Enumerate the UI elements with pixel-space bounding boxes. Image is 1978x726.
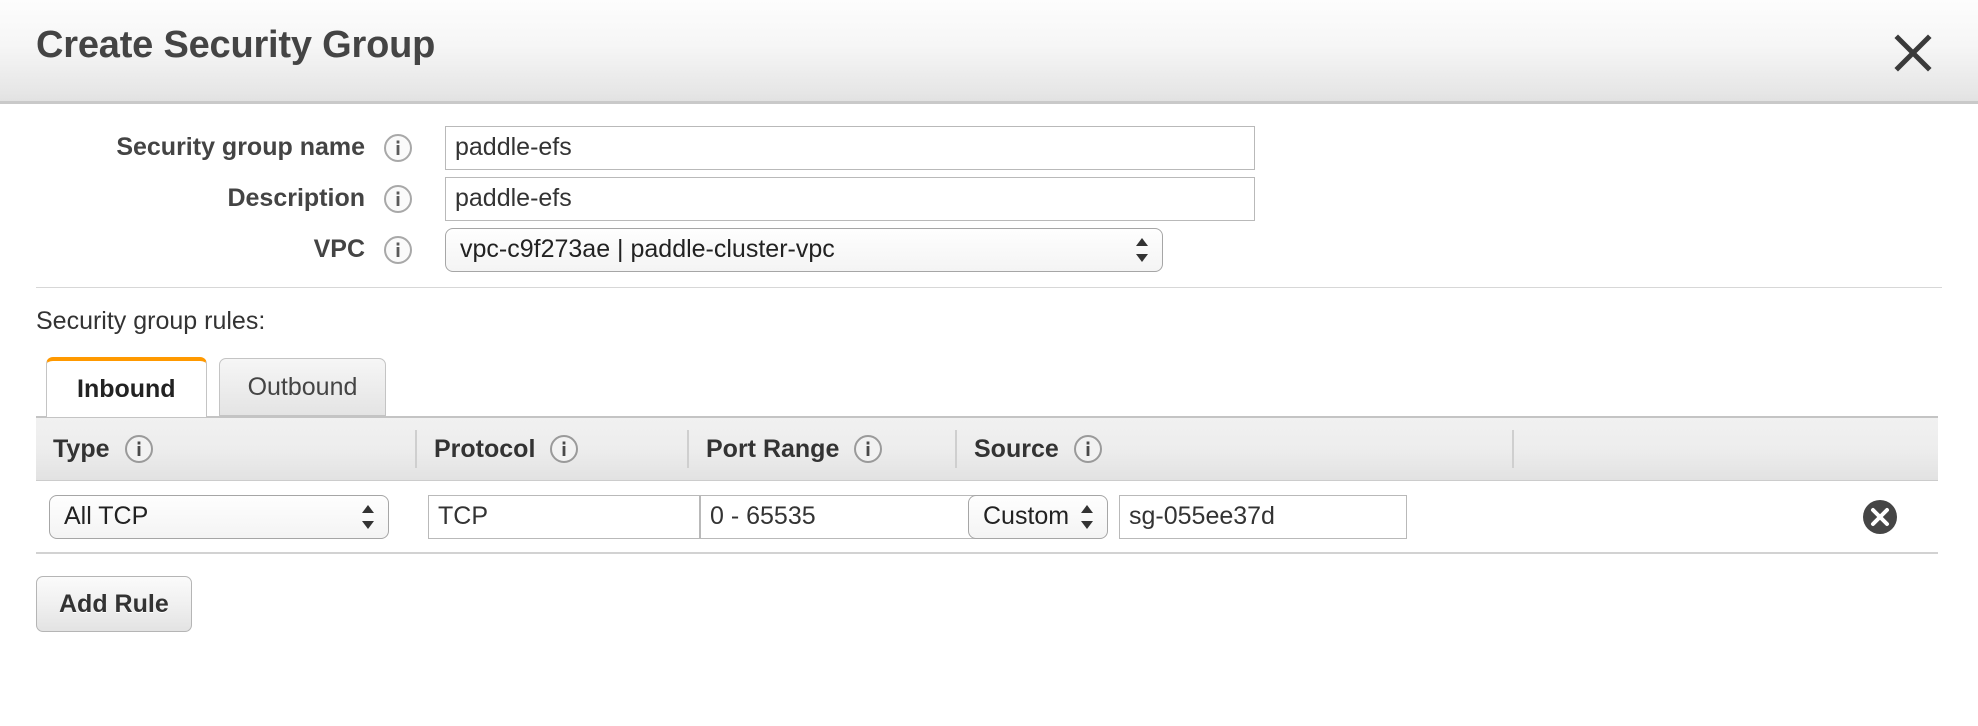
- tab-outbound-label: Outbound: [247, 372, 358, 401]
- info-icon[interactable]: [383, 133, 413, 163]
- rule-type-value: All TCP: [64, 502, 149, 530]
- vpc-label: VPC: [313, 235, 365, 263]
- close-icon[interactable]: [1892, 32, 1934, 74]
- rule-source-kind-value: Custom: [983, 502, 1070, 530]
- column-header-source-label: Source: [974, 434, 1059, 463]
- info-icon[interactable]: [383, 235, 413, 265]
- info-icon[interactable]: [1073, 434, 1103, 464]
- cell-type: All TCP: [36, 494, 415, 539]
- rule-type-select[interactable]: All TCP: [49, 494, 389, 539]
- cell-port-range: [687, 494, 980, 539]
- info-icon[interactable]: [853, 434, 883, 464]
- info-icon[interactable]: [124, 434, 154, 464]
- dialog-header: Create Security Group: [0, 0, 1978, 104]
- chevron-updown-icon: [361, 504, 375, 530]
- column-header-port-range-label: Port Range: [706, 434, 840, 463]
- rules-table: Type Protocol Port Range Source All TCP …: [36, 416, 1938, 554]
- cell-source: Custom: [955, 494, 1512, 539]
- create-security-group-dialog: Create Security Group Security group nam…: [0, 0, 1978, 726]
- dialog-body: Security group name Description: [0, 104, 1978, 632]
- column-header-protocol-label: Protocol: [434, 434, 536, 463]
- form-area: Security group name Description: [0, 104, 1978, 275]
- column-header-type: Type: [36, 430, 415, 468]
- rule-port-range-input[interactable]: [700, 494, 980, 539]
- form-row-security-group-name: Security group name: [0, 122, 1978, 173]
- rule-source-kind-select[interactable]: Custom: [968, 494, 1108, 539]
- column-header-protocol: Protocol: [415, 430, 687, 468]
- description-input[interactable]: [445, 176, 1255, 221]
- column-header-source: Source: [955, 430, 1512, 468]
- add-rule-area: Add Rule: [0, 554, 1978, 632]
- tab-inbound-label: Inbound: [77, 374, 176, 403]
- rule-protocol-input[interactable]: [428, 494, 700, 539]
- chevron-updown-icon: [1080, 504, 1094, 530]
- security-group-name-label: Security group name: [116, 133, 365, 161]
- tab-outbound[interactable]: Outbound: [218, 358, 387, 416]
- rules-table-header: Type Protocol Port Range Source: [36, 418, 1938, 481]
- form-row-description: Description: [0, 173, 1978, 224]
- remove-rule-icon[interactable]: [1861, 498, 1899, 536]
- column-header-port-range: Port Range: [687, 430, 955, 468]
- vpc-select-value: vpc-c9f273ae | paddle-cluster-vpc: [460, 235, 835, 263]
- chevron-updown-icon: [1135, 237, 1149, 263]
- security-group-rules-heading: Security group rules:: [36, 307, 266, 335]
- rules-tabs: Inbound Outbound: [0, 354, 1978, 417]
- page-title: Create Security Group: [36, 24, 436, 66]
- tab-inbound[interactable]: Inbound: [46, 357, 207, 417]
- security-group-name-input[interactable]: [445, 125, 1255, 170]
- form-row-vpc: VPC vpc-c9f273ae | paddle-cluster-vpc: [0, 224, 1978, 275]
- info-icon[interactable]: [383, 184, 413, 214]
- rule-source-value-input[interactable]: [1119, 494, 1407, 539]
- cell-protocol: [415, 494, 700, 539]
- add-rule-button[interactable]: Add Rule: [36, 576, 192, 632]
- vpc-select[interactable]: vpc-c9f273ae | paddle-cluster-vpc: [445, 227, 1163, 272]
- info-icon[interactable]: [549, 434, 579, 464]
- column-header-actions: [1512, 430, 1938, 468]
- column-header-type-label: Type: [53, 434, 110, 463]
- table-row: All TCP TCP 0 - 65535 Custom sg-055ee37d: [36, 481, 1938, 554]
- cell-actions: [1512, 498, 1938, 536]
- description-label: Description: [227, 184, 365, 212]
